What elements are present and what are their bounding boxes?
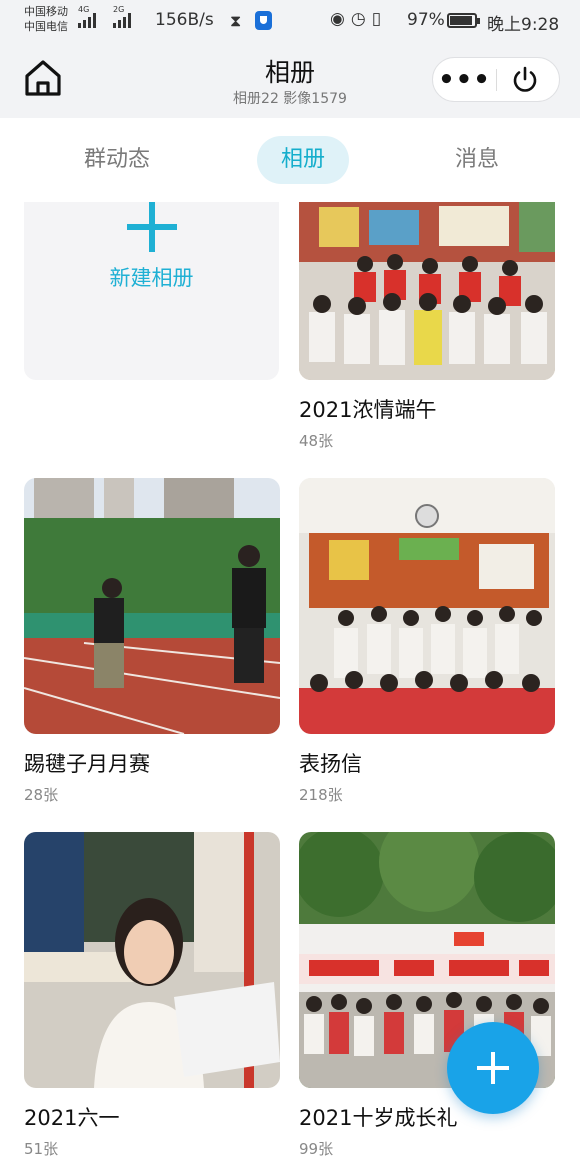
album-count: 218张 <box>299 786 343 804</box>
vibrate-icon: ▯ <box>371 9 382 29</box>
battery-icon <box>447 13 480 28</box>
album-count: 48张 <box>299 432 334 450</box>
tab-messages[interactable]: 消息 <box>436 136 518 184</box>
album-name: 2021六一 <box>24 1106 120 1130</box>
shield-app-icon <box>255 11 272 30</box>
carrier-labels: 中国移动 中国电信 <box>24 4 68 34</box>
album-cover-image <box>299 478 555 734</box>
capsule-menu: ••• <box>432 57 560 102</box>
alarm-icon: ◷ <box>350 9 366 29</box>
album-card[interactable]: 2021浓情端午 48张 <box>299 202 555 451</box>
album-name: 踢毽子月月赛 <box>24 752 150 776</box>
signal-1-tag: 4G <box>78 5 90 14</box>
network-speed: 156B/s <box>155 10 214 30</box>
tab-bar: 群动态 相册 消息 <box>0 118 580 202</box>
eye-icon: ◉ <box>330 9 345 29</box>
capsule-divider <box>496 69 497 91</box>
album-card[interactable]: 踢毽子月月赛 28张 <box>24 478 280 805</box>
close-button[interactable] <box>511 66 539 94</box>
battery-percent: 97% <box>407 10 445 30</box>
album-name: 表扬信 <box>299 752 362 776</box>
hourglass-icon: ⧗ <box>230 11 242 30</box>
status-icons: ◉ ◷ ▯ <box>330 9 381 29</box>
album-cover-image <box>24 832 280 1088</box>
more-button[interactable]: ••• <box>433 58 496 101</box>
album-card[interactable]: 2021六一 51张 <box>24 832 280 1159</box>
tab-group-feed[interactable]: 群动态 <box>68 136 166 184</box>
header: 相册 相册22 影像1579 ••• <box>0 42 580 118</box>
plus-icon <box>127 202 177 252</box>
album-cover-image <box>24 478 280 734</box>
album-grid: 新建相册 2021浓情端午 48张 踢毽子月月赛 28张 表扬信 218张 20… <box>0 202 580 1160</box>
new-album-label: 新建相册 <box>109 266 194 290</box>
new-album-button[interactable]: 新建相册 <box>24 202 279 380</box>
album-card[interactable]: 表扬信 218张 <box>299 478 555 805</box>
album-count: 99张 <box>299 1140 334 1158</box>
power-icon <box>513 66 537 92</box>
album-name: 2021浓情端午 <box>299 398 437 422</box>
carrier-2: 中国电信 <box>24 20 68 33</box>
album-card[interactable]: 2021十岁成长礼 99张 <box>299 832 555 1159</box>
album-count: 28张 <box>24 786 59 804</box>
status-bar: 中国移动 中国电信 4G 2G 156B/s ⧗ ◉ ◷ ▯ 97% 晚上9:2… <box>0 0 580 42</box>
signal-1-icon: 4G <box>78 5 96 28</box>
signal-2-icon: 2G <box>113 5 131 28</box>
clock: 晚上9:28 <box>487 15 560 35</box>
album-cover-image <box>299 202 555 380</box>
carrier-1: 中国移动 <box>24 5 68 18</box>
signal-2-tag: 2G <box>113 5 125 14</box>
add-floating-button[interactable] <box>447 1022 539 1114</box>
album-count: 51张 <box>24 1140 59 1158</box>
tab-album[interactable]: 相册 <box>257 136 349 184</box>
